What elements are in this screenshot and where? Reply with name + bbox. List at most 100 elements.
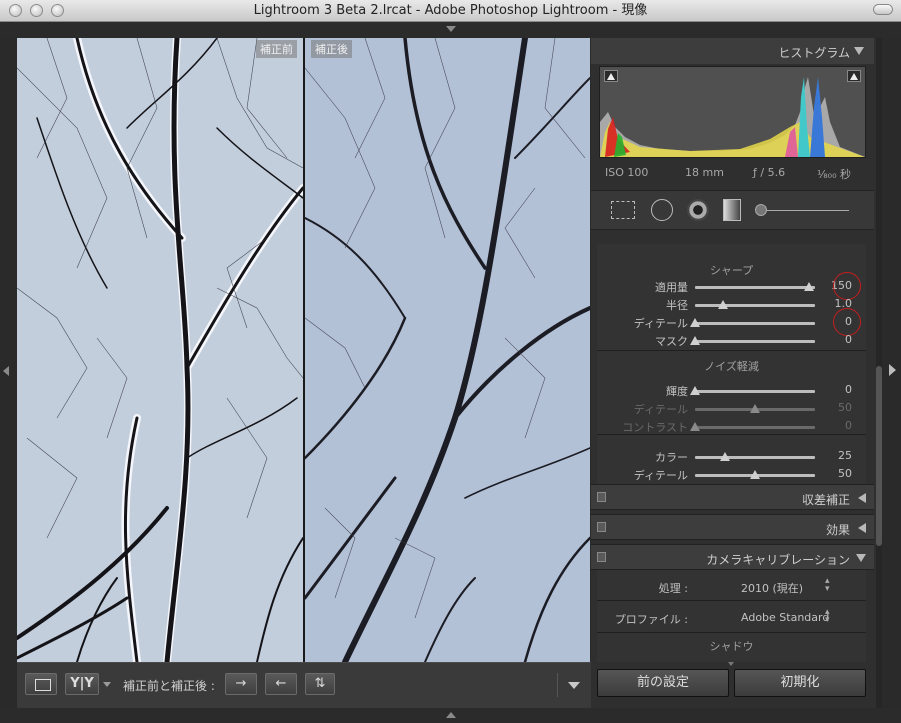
copy-before-to-after-button[interactable]: → [225,673,257,695]
slider-track[interactable] [695,470,815,479]
brush-knob[interactable] [755,204,767,216]
tool-strip [591,190,874,230]
slider-value[interactable]: 25 [838,449,852,462]
collapse-triangle-icon[interactable] [854,47,864,55]
slider-value[interactable]: 0 [845,333,852,346]
focal-length: 18 mm [685,166,724,179]
shadow-clipping-icon[interactable] [604,70,618,82]
before-after-view-button[interactable]: Y|Y [65,673,99,695]
slider-label: カラー [655,451,688,464]
hide-right-panel-icon[interactable] [889,364,896,376]
close-window-button[interactable] [9,4,22,17]
slider-track[interactable] [695,300,815,309]
toolbar-toggle-button[interactable] [873,4,893,15]
slider-knob[interactable] [690,318,700,327]
panel-switch-icon[interactable] [597,552,606,562]
slider-knob[interactable] [690,422,700,431]
title-bar: Lightroom 3 Beta 2.lrcat - Adobe Photosh… [0,0,901,22]
show-filmstrip-icon[interactable] [446,712,456,718]
slider-row[interactable]: ディテール 50 [597,466,866,484]
reset-button[interactable]: 初期化 [734,669,866,697]
camera-calibration-title: カメラキャリブレーション [706,553,850,567]
bottom-toolbar: Y|Y 補正前と補正後 : → ← ⇅ [17,662,591,708]
slider-label: ディテール [633,403,688,416]
graduated-filter-icon[interactable] [723,199,741,221]
slider-row[interactable]: 半径 1.0 [597,296,866,314]
view-mode-dropdown-icon[interactable] [103,682,111,687]
slider-knob[interactable] [750,404,760,413]
slider-value[interactable]: 0 [845,419,852,432]
slider-row[interactable]: マスク 0 [597,332,866,350]
previous-settings-button[interactable]: 前の設定 [597,669,729,697]
slider-row[interactable]: 適用量 150 [597,272,866,300]
profile-select[interactable]: Adobe Standard [741,611,829,624]
panel-switch-icon[interactable] [597,492,606,502]
slider-knob[interactable] [804,282,814,291]
panel-buttons: 前の設定 初期化 [591,667,874,707]
profile-row[interactable]: プロファイル : Adobe Standard ▴ ▾ [597,603,866,631]
slider-label: 適用量 [655,281,688,294]
histogram-graph[interactable] [599,66,866,158]
slider-value[interactable]: 0 [845,383,852,396]
spot-removal-icon[interactable] [651,199,673,221]
slider-knob[interactable] [720,452,730,461]
highlight-clipping-icon[interactable] [847,70,861,82]
show-top-panel-icon[interactable] [446,26,456,32]
after-tree-image [305,38,590,662]
slider-track[interactable] [695,282,815,291]
iso-value: ISO 100 [605,166,649,179]
slider-label: ディテール [633,469,688,482]
slider-track[interactable] [695,404,815,413]
swap-before-after-button[interactable]: ⇅ [305,673,335,695]
crop-tool-icon[interactable] [611,201,635,219]
minimize-window-button[interactable] [30,4,43,17]
before-after-label: 補正前と補正後 : [123,679,215,693]
panel-switch-icon[interactable] [597,522,606,532]
slider-knob[interactable] [690,336,700,345]
slider-track[interactable] [690,422,815,431]
slider-value[interactable]: 50 [838,401,852,414]
slider-track[interactable] [695,452,815,461]
expand-triangle-icon[interactable] [858,523,866,533]
slider-track[interactable] [690,386,815,395]
aperture-value: ƒ / 5.6 [753,166,786,179]
slider-row[interactable]: 輝度 0 [597,382,866,400]
red-eye-icon[interactable] [687,199,709,221]
zoom-window-button[interactable] [51,4,64,17]
slider-label: 輝度 [666,385,688,398]
slider-knob[interactable] [690,386,700,395]
slider-row[interactable]: ディテール 0 [597,308,866,336]
expand-triangle-icon[interactable] [858,493,866,503]
effects-header[interactable]: 効果 [591,514,874,540]
collapse-triangle-icon[interactable] [856,554,866,562]
slider-row[interactable]: カラー 25 [597,448,866,466]
after-image[interactable]: 補正後 [305,38,590,662]
camera-calibration-header[interactable]: カメラキャリブレーション [591,544,874,570]
slider-row[interactable]: ディテール 50 [597,400,866,418]
copy-after-to-before-button[interactable]: ← [265,673,297,695]
before-image[interactable]: 補正前 [17,38,303,662]
slider-label: コントラスト [622,421,688,434]
histogram-curve [600,77,865,157]
updown-icon[interactable]: ▴ ▾ [825,577,830,594]
histogram-header[interactable]: ヒストグラム [591,38,874,64]
lens-correction-header[interactable]: 収差補正 [591,484,874,510]
show-left-panel-icon[interactable] [3,366,9,376]
panel-scroll-thumb[interactable] [876,366,882,546]
toolbar-options-icon[interactable] [557,673,591,697]
detail-panel: シャープ 適用量 150 半径 1.0 ディテール 0 マスク 0 ノイズ軽減 輝度 0 ディテー… [597,244,866,488]
slider-value[interactable]: 50 [838,467,852,480]
process-select[interactable]: 2010 (現在) [741,580,803,596]
loupe-view-button[interactable] [25,673,57,695]
updown-icon[interactable]: ▴ ▾ [825,608,830,625]
shutter-speed: ¹⁄₈₀₀ 秒 [817,168,851,181]
adjustment-brush-icon[interactable] [755,204,849,216]
slider-knob[interactable] [717,300,728,309]
slider-knob[interactable] [750,470,760,479]
slider-track[interactable] [690,318,815,327]
after-label: 補正後 [311,40,352,58]
histogram-title: ヒストグラム [778,46,850,60]
effects-title: 効果 [825,523,850,537]
process-row[interactable]: 処理 : 2010 (現在) ▴ ▾ [597,572,866,600]
slider-track[interactable] [690,336,815,345]
